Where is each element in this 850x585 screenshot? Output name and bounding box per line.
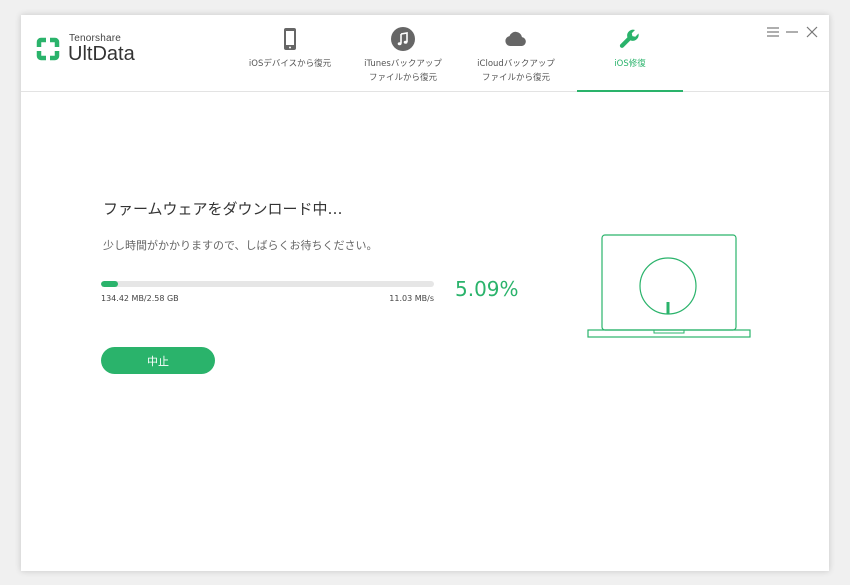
stop-button[interactable]: 中止	[101, 347, 215, 374]
tab-label: iOS修復	[614, 59, 646, 69]
download-speed: 11.03 MB/s	[389, 294, 434, 303]
app-window: Tenorshare UltData iOSデバイスから復元 iTunesバック…	[21, 15, 829, 571]
page-title: ファームウェアをダウンロード中…	[103, 200, 343, 218]
tab-label: iOSデバイスから復元	[248, 59, 332, 69]
cloud-icon	[505, 31, 526, 46]
tab-icloud-backup[interactable]: iCloudバックアップ ファイルから復元	[463, 15, 569, 91]
wait-message: 少し時間がかかりますので、しばらくお待ちください。	[103, 239, 378, 252]
tab-itunes-backup[interactable]: iTunesバックアップ ファイルから復元	[350, 15, 456, 91]
minimize-icon[interactable]	[785, 25, 799, 39]
wrench-icon	[619, 29, 639, 48]
phone-icon	[284, 28, 296, 50]
brand-name: UltData	[68, 43, 135, 65]
header: Tenorshare UltData iOSデバイスから復元 iTunesバック…	[21, 15, 829, 92]
active-tab-indicator	[577, 90, 683, 92]
download-progress-fill	[101, 281, 118, 287]
downloaded-size: 134.42 MB/2.58 GB	[101, 294, 179, 303]
progress-percent: 5.09%	[455, 277, 519, 301]
tab-label: iCloudバックアップ ファイルから復元	[477, 59, 555, 83]
download-progress-bar	[101, 281, 434, 287]
logo: Tenorshare UltData	[35, 32, 175, 72]
music-note-icon	[391, 27, 415, 51]
tab-label: iTunesバックアップ ファイルから復元	[364, 59, 442, 83]
close-icon[interactable]	[805, 25, 819, 39]
menu-icon[interactable]	[766, 25, 780, 39]
tab-ios-device[interactable]: iOSデバイスから復元	[237, 15, 343, 91]
laptop-firmware-icon	[587, 234, 751, 338]
tab-ios-repair[interactable]: iOS修復	[577, 15, 683, 92]
ultdata-logo-icon	[36, 37, 60, 61]
